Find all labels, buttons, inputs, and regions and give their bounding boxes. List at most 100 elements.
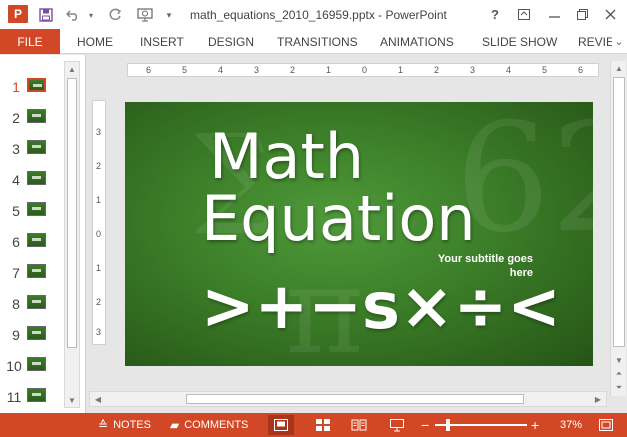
slide-thumbnail-1[interactable]: 1 <box>0 75 64 97</box>
tab-slide-show[interactable]: SLIDE SHOW <box>482 35 557 49</box>
slide-number: 7 <box>12 265 20 281</box>
notes-button[interactable]: ≙ NOTES <box>98 413 151 437</box>
slide-preview <box>27 109 46 123</box>
customize-qat-icon[interactable]: ▾ <box>162 5 176 25</box>
tab-review[interactable]: REVIEW <box>578 35 612 49</box>
slide-number: 9 <box>12 327 20 343</box>
slide-number: 8 <box>12 296 20 312</box>
slide-preview <box>27 388 46 402</box>
slide-preview <box>27 357 46 371</box>
slide-thumbnail-4[interactable]: 4 <box>0 168 64 190</box>
tab-transitions[interactable]: TRANSITIONS <box>277 35 358 49</box>
zoom-level[interactable]: 37% <box>560 413 582 437</box>
powerpoint-logo-icon: P <box>8 5 28 23</box>
scroll-left-icon[interactable]: ◀ <box>91 393 105 405</box>
zoom-slider-handle[interactable] <box>446 419 450 431</box>
slide-thumbnail-5[interactable]: 5 <box>0 199 64 221</box>
slide-thumbnail-8[interactable]: 8 <box>0 292 64 314</box>
next-slide-icon[interactable]: ⏷ <box>612 381 626 395</box>
tab-animations[interactable]: ANIMATIONS <box>380 35 454 49</box>
ruler-tick: 3 <box>470 65 476 75</box>
ribbon-display-icon[interactable] <box>513 4 535 24</box>
tab-insert[interactable]: INSERT <box>140 35 184 49</box>
editor-horizontal-scrollbar[interactable]: ◀ ▶ <box>89 391 607 407</box>
slide-preview <box>27 171 46 185</box>
slide-title-line-2[interactable]: Equation <box>201 182 476 255</box>
slide-preview <box>27 295 46 309</box>
tab-file[interactable]: FILE <box>0 29 60 54</box>
status-bar: ≙ NOTES ▰ COMMENTS − + 37% <box>0 413 627 437</box>
slide-thumbnail-6[interactable]: 6 <box>0 230 64 252</box>
vertical-ruler: 3 2 1 0 1 2 3 <box>92 100 106 345</box>
chevron-down-icon[interactable]: ⌄ <box>612 32 626 50</box>
ribbon-tabs: FILE HOME INSERT DESIGN TRANSITIONS ANIM… <box>0 29 627 54</box>
slide-thumbnail-9[interactable]: 9 <box>0 323 64 345</box>
slide-number: 6 <box>12 234 20 250</box>
slide-thumbnail-7[interactable]: 7 <box>0 261 64 283</box>
previous-slide-icon[interactable]: ⏶ <box>612 367 626 381</box>
slide-thumbnail-10[interactable]: 10 <box>0 354 64 376</box>
notes-label: NOTES <box>113 419 151 431</box>
minimize-icon[interactable] <box>543 4 565 24</box>
zoom-out-button[interactable]: − <box>421 413 429 437</box>
scrollbar-handle[interactable] <box>67 78 77 348</box>
slide-number: 11 <box>6 389 22 405</box>
ruler-tick: 5 <box>182 65 188 75</box>
scroll-down-icon[interactable]: ▼ <box>65 393 79 407</box>
subtitle-line-1: Your subtitle goes <box>437 253 533 265</box>
slide-preview <box>27 202 46 216</box>
ruler-tick: 3 <box>96 127 102 137</box>
redo-icon[interactable] <box>105 5 125 25</box>
ruler-tick: 4 <box>506 65 512 75</box>
ruler-tick: 1 <box>398 65 404 75</box>
restore-icon[interactable] <box>571 4 593 24</box>
comments-button[interactable]: ▰ COMMENTS <box>170 413 248 437</box>
slide-thumbnail-11[interactable]: 11 <box>0 385 64 407</box>
ruler-tick: 1 <box>326 65 332 75</box>
slide-thumbnail-3[interactable]: 3 <box>0 137 64 159</box>
slide-number: 10 <box>6 358 22 374</box>
slide-canvas[interactable]: ∑ 62 π Math Equation Your subtitle goes … <box>125 102 593 366</box>
slide-show-icon[interactable] <box>384 415 410 435</box>
slide-sorter-icon[interactable] <box>310 415 336 435</box>
slide-number: 2 <box>12 110 20 126</box>
ruler-tick: 6 <box>146 65 152 75</box>
thumbnail-scrollbar[interactable]: ▲ ▼ <box>64 61 80 408</box>
save-icon[interactable] <box>36 5 56 25</box>
ruler-tick: 2 <box>96 161 102 171</box>
comments-label: COMMENTS <box>184 419 249 431</box>
document-title: math_equations_2010_16959.pptx - PowerPo… <box>190 8 447 22</box>
editor-vertical-scrollbar[interactable]: ▲ ▼ ⏶ ⏷ <box>610 61 626 396</box>
scroll-right-icon[interactable]: ▶ <box>591 393 605 405</box>
undo-dropdown-icon[interactable]: ▾ <box>85 5 97 25</box>
ruler-tick: 2 <box>96 297 102 307</box>
math-symbols[interactable]: >+−s×÷< <box>201 270 561 344</box>
slide-number: 4 <box>12 172 20 188</box>
normal-view-icon[interactable] <box>268 415 294 435</box>
scroll-up-icon[interactable]: ▲ <box>612 61 626 75</box>
slide-thumbnail-pane: 1 2 3 4 5 6 7 8 9 10 11 ▲ ▼ <box>0 55 86 413</box>
horizontal-ruler: 6 5 4 3 2 1 0 1 2 3 4 5 6 <box>127 63 599 77</box>
undo-icon[interactable] <box>62 5 84 25</box>
scroll-down-icon[interactable]: ▼ <box>612 353 626 367</box>
comment-icon: ▰ <box>170 418 180 432</box>
ruler-tick: 6 <box>578 65 584 75</box>
tab-home[interactable]: HOME <box>77 35 113 49</box>
slide-thumbnail-2[interactable]: 2 <box>0 106 64 128</box>
reading-view-icon[interactable] <box>346 415 372 435</box>
help-icon[interactable]: ? <box>484 4 506 24</box>
slide-preview <box>27 78 46 92</box>
tab-design[interactable]: DESIGN <box>208 35 254 49</box>
scrollbar-handle[interactable] <box>613 77 625 347</box>
fit-slide-icon[interactable] <box>594 415 618 435</box>
close-icon[interactable] <box>599 4 621 24</box>
ruler-tick: 1 <box>96 195 102 205</box>
ruler-tick: 2 <box>290 65 296 75</box>
zoom-in-button[interactable]: + <box>531 413 539 437</box>
slide-preview <box>27 233 46 247</box>
ruler-tick: 0 <box>96 229 102 239</box>
slide-number: 1 <box>12 79 20 95</box>
scrollbar-handle[interactable] <box>186 394 524 404</box>
start-from-beginning-icon[interactable] <box>134 5 156 25</box>
scroll-up-icon[interactable]: ▲ <box>65 62 79 76</box>
